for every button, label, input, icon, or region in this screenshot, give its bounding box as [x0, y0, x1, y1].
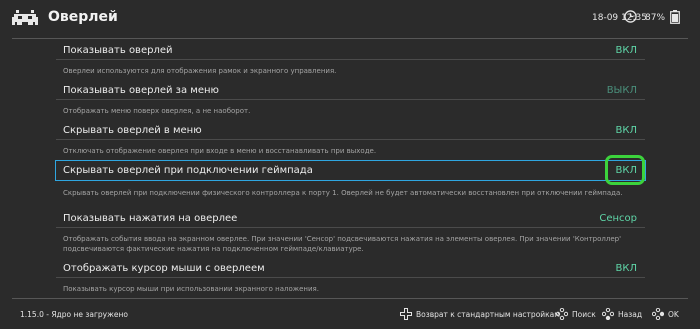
clock-icon [624, 10, 637, 23]
setting-label: Отображать курсор мыши с оверлеем [63, 263, 265, 274]
setting-label: Скрывать оверлей при подключении геймпад… [63, 165, 313, 176]
settings-list: Показывать оверлей ВКЛ Оверлеи использую… [55, 41, 646, 296]
setting-show-mouse-cursor[interactable]: Отображать курсор мыши с оверлеем ВКЛ [56, 259, 645, 278]
search-button[interactable]: Поиск [556, 306, 596, 322]
battery-icon [670, 10, 680, 24]
setting-label: Скрывать оверлей в меню [63, 125, 202, 136]
setting-hide-overlay-in-menu[interactable]: Скрывать оверлей в меню ВКЛ [56, 121, 645, 140]
gamepad-buttons-icon [652, 308, 664, 320]
header-bar: Оверлей 18-09 12:35 87% [0, 0, 700, 38]
setting-description: Отображать события ввода на экранном ове… [63, 235, 621, 253]
version-text: 1.15.0 - Ядро не загружено [20, 310, 128, 319]
header-divider [12, 38, 688, 39]
back-label: Назад [618, 309, 643, 319]
battery-percent: 87% [645, 13, 666, 23]
reset-defaults-button[interactable]: Возврат к стандартным настройкам [400, 306, 560, 322]
ok-button[interactable]: OK [652, 306, 679, 322]
row-divider [56, 277, 645, 278]
setting-value[interactable]: Сенсор [599, 213, 637, 224]
setting-value[interactable]: ВКЛ [616, 125, 637, 136]
setting-description: Оверлеи используются для отображения рам… [63, 67, 337, 75]
retroarch-logo-icon [12, 10, 38, 25]
row-divider [56, 139, 645, 140]
clock-text: 18-09 12:35 [592, 13, 647, 23]
setting-description: Показывать курсор мыши при использовании… [63, 285, 319, 293]
setting-hide-overlay-gamepad[interactable]: Скрывать оверлей при подключении геймпад… [55, 155, 646, 185]
setting-overlay-behind-menu[interactable]: Показывать оверлей за меню ВЫКЛ [56, 81, 645, 100]
row-divider [56, 99, 645, 100]
annotation-highlight-ring [605, 155, 645, 185]
footer-bar: 1.15.0 - Ядро не загружено Возврат к ста… [0, 299, 700, 329]
row-divider [56, 227, 645, 228]
setting-value[interactable]: ВКЛ [616, 45, 637, 56]
setting-description: Отключать отображение оверлея при входе … [63, 147, 377, 155]
reset-defaults-label: Возврат к стандартным настройкам [416, 309, 560, 319]
setting-label: Показывать оверлей [63, 45, 173, 56]
dpad-icon [400, 308, 412, 320]
setting-label: Показывать оверлей за меню [63, 85, 219, 96]
back-button[interactable]: Назад [602, 306, 642, 322]
page-title: Оверлей [48, 9, 118, 25]
ok-label: OK [668, 309, 679, 319]
setting-show-overlay-inputs[interactable]: Показывать нажатия на оверлее Сенсор [56, 209, 645, 228]
gamepad-buttons-icon [556, 308, 568, 320]
setting-value[interactable]: ВКЛ [616, 263, 637, 274]
setting-description: Отображать меню поверх оверлея, а не нао… [63, 107, 251, 115]
setting-label: Показывать нажатия на оверлее [63, 213, 238, 224]
gamepad-buttons-icon [602, 308, 614, 320]
setting-value[interactable]: ВЫКЛ [607, 85, 637, 96]
row-divider [56, 59, 645, 60]
search-label: Поиск [572, 309, 596, 319]
setting-show-overlay[interactable]: Показывать оверлей ВКЛ [56, 41, 645, 60]
setting-description: Скрывать оверлей при подключении физичес… [63, 189, 623, 197]
